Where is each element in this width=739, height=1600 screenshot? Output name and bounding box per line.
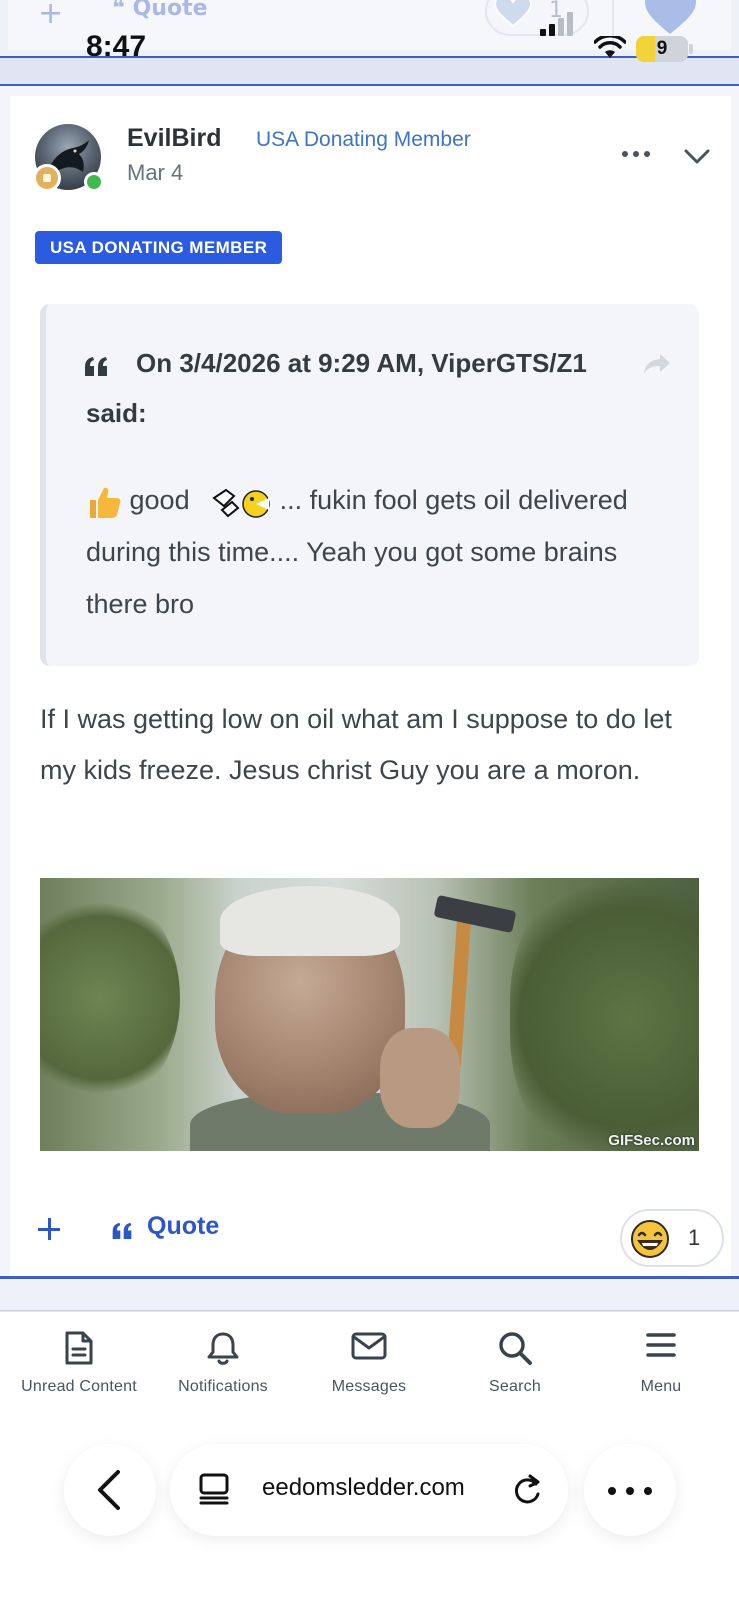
post-gap: [0, 1279, 739, 1311]
envelope-icon: [351, 1332, 387, 1360]
author-name[interactable]: EvilBird: [127, 124, 221, 153]
post-body-text: If I was getting low on oil what am I su…: [40, 704, 672, 785]
battery-tip: [689, 44, 693, 54]
nav-label: Notifications: [178, 1378, 268, 1395]
tabs-icon: [199, 1473, 229, 1505]
previous-post-quote-label: Quote: [132, 0, 208, 21]
quote-icon: [112, 1222, 132, 1239]
quote-said-label: said:: [86, 398, 147, 428]
browser-more-button[interactable]: [584, 1444, 676, 1536]
quote-attribution: On 3/4/2026 at 9:29 AM, ViperGTS/Z1: [136, 348, 587, 378]
nav-unread-content[interactable]: Unread Content: [6, 1312, 152, 1412]
image-hand: [380, 1028, 460, 1128]
previous-post-plus-button[interactable]: +: [38, 0, 63, 31]
image-trees-left: [40, 888, 180, 1108]
search-icon: [499, 1332, 532, 1365]
bottom-navigation: Unread Content Notifications Messages Se…: [0, 1312, 739, 1414]
wifi-icon: [594, 36, 626, 58]
heart-icon[interactable]: [643, 0, 698, 36]
back-button[interactable]: [64, 1444, 156, 1536]
battery-level: 9: [656, 38, 668, 59]
previous-post-quote-button[interactable]: ❝ Quote: [112, 0, 208, 21]
thumbs-up-icon: [90, 487, 121, 518]
donating-member-badge: USA DONATING MEMBER: [35, 231, 283, 264]
nav-label: Unread Content: [21, 1378, 137, 1395]
reaction-button[interactable]: 1: [620, 1209, 724, 1267]
quote-text: good ... fukin fool gets oil delivered d…: [86, 474, 676, 630]
browser-toolbar: eedomsledder.com: [0, 1414, 739, 1600]
nav-search[interactable]: Search: [442, 1312, 588, 1412]
quote-icon: ❝: [112, 0, 125, 21]
address-bar[interactable]: eedomsledder.com: [170, 1444, 568, 1536]
chevron-left-icon: [98, 1470, 120, 1510]
nav-label: Messages: [331, 1378, 407, 1395]
quote-button-label: Quote: [147, 1212, 220, 1240]
status-time: 8:47: [86, 30, 147, 63]
heart-icon: [493, 0, 533, 28]
document-icon: [65, 1331, 93, 1365]
nav-notifications[interactable]: Notifications: [150, 1312, 296, 1412]
member-group-title: USA Donating Member: [256, 128, 471, 151]
chasing-emoji-icon: [212, 488, 270, 518]
image-hammer-head: [433, 894, 517, 934]
bell-icon: [207, 1332, 239, 1365]
nav-label: Search: [489, 1378, 541, 1395]
previous-post-reaction[interactable]: 1: [485, 0, 589, 36]
image-watermark: GIFSec.com: [608, 1132, 695, 1149]
laughing-face-icon: [631, 1220, 669, 1258]
post-date[interactable]: Mar 4: [127, 160, 183, 186]
share-arrow-icon[interactable]: [642, 352, 672, 376]
url-text: eedomsledder.com: [262, 1474, 465, 1501]
battery-icon: 9: [636, 36, 688, 62]
online-status-indicator: [84, 172, 104, 192]
post-image[interactable]: GIFSec.com: [40, 878, 699, 1151]
nav-messages[interactable]: Messages: [296, 1312, 442, 1412]
image-trees-right: [510, 878, 699, 1151]
nav-menu[interactable]: Menu: [588, 1312, 734, 1412]
chevron-down-icon[interactable]: [682, 144, 712, 168]
image-hair: [220, 886, 400, 956]
nav-label: Menu: [640, 1378, 682, 1395]
reload-icon[interactable]: [510, 1472, 544, 1508]
reaction-count: 1: [688, 1225, 701, 1250]
quote-icon: [85, 357, 107, 376]
plus-icon[interactable]: [38, 1218, 60, 1240]
hamburger-icon: [646, 1333, 676, 1357]
more-options-button[interactable]: [620, 142, 656, 166]
rank-badge: [33, 164, 61, 192]
quote-text-before: good: [129, 485, 190, 515]
